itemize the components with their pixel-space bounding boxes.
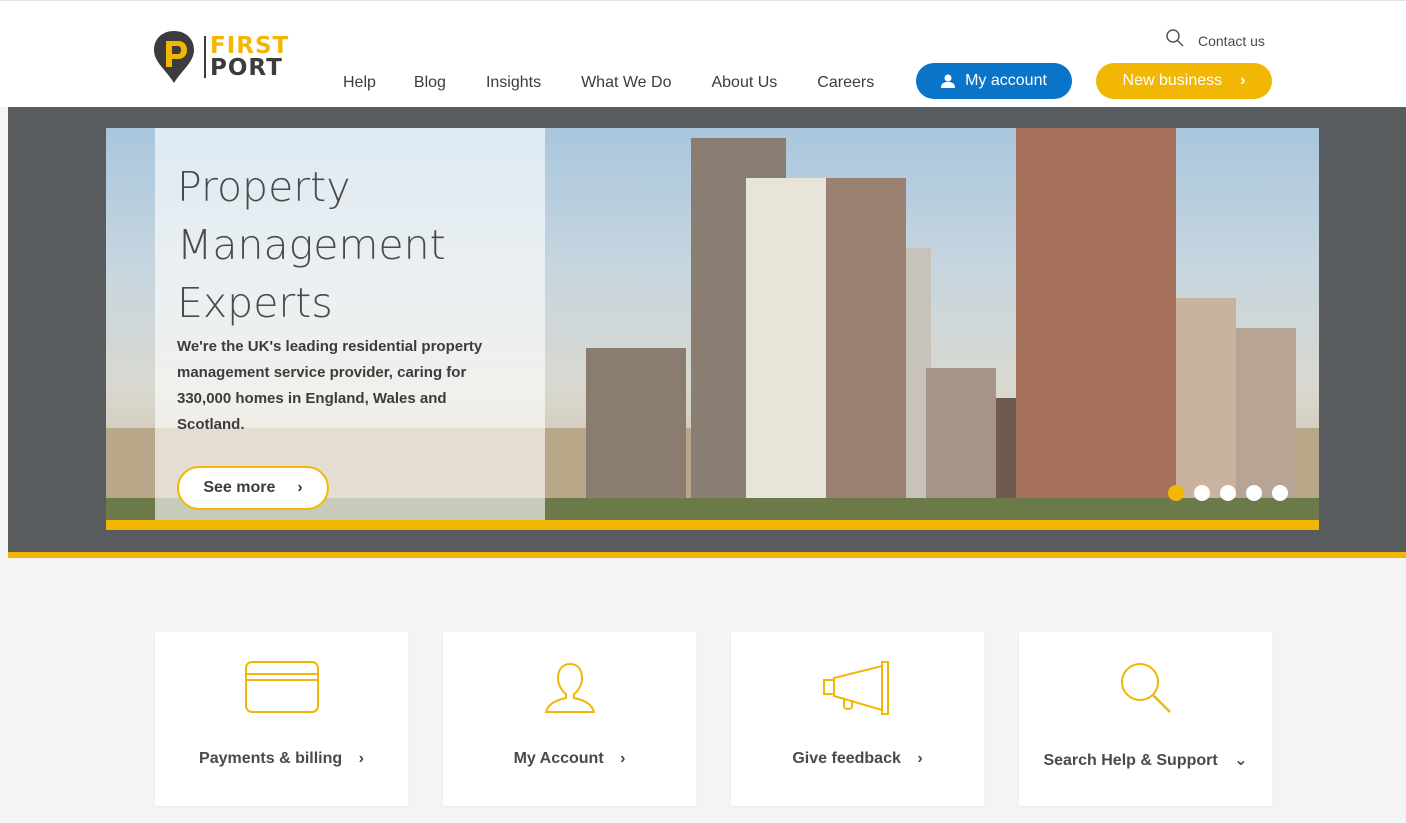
chevron-right-icon: › <box>620 750 626 767</box>
hero-banner: Property Management Experts We're the UK… <box>106 128 1319 530</box>
megaphone-icon <box>731 660 984 720</box>
user-icon <box>443 660 696 720</box>
card-label: My Account › <box>443 750 696 768</box>
chevron-down-icon: ⌄ <box>1234 752 1248 769</box>
hero-divider <box>8 552 1406 558</box>
chevron-right-icon: › <box>1240 72 1246 89</box>
main-nav: Help Blog Insights What We Do About Us C… <box>343 74 914 92</box>
nav-insights[interactable]: Insights <box>486 74 541 92</box>
logo-divider <box>204 36 206 78</box>
card-label-text: Give feedback <box>792 750 901 767</box>
card-give-feedback[interactable]: Give feedback › <box>731 632 984 806</box>
nav-what-we-do[interactable]: What We Do <box>581 74 671 92</box>
carousel-dot-5[interactable] <box>1272 485 1288 501</box>
site-header: FIRST PORT Help Blog Insights What We Do… <box>0 0 1406 107</box>
logo[interactable]: FIRST PORT <box>150 29 289 85</box>
new-business-button[interactable]: New business › <box>1096 63 1272 99</box>
see-more-label: See more <box>203 479 276 496</box>
nav-about-us[interactable]: About Us <box>711 74 777 92</box>
nav-careers[interactable]: Careers <box>817 74 874 92</box>
logo-line-2: PORT <box>210 55 283 81</box>
card-label-text: Payments & billing <box>199 750 343 767</box>
card-label-text: My Account <box>513 750 604 767</box>
card-label: Payments & billing › <box>155 750 408 768</box>
see-more-button[interactable]: See more › <box>177 466 329 510</box>
card-payments-billing[interactable]: Payments & billing › <box>155 632 408 806</box>
chevron-right-icon: › <box>297 479 303 496</box>
my-account-label: My account <box>965 72 1047 89</box>
carousel-dot-2[interactable] <box>1194 485 1210 501</box>
card-label-text: Search Help & Support <box>1043 752 1218 769</box>
card-label: Give feedback › <box>731 750 984 768</box>
nav-help[interactable]: Help <box>343 74 376 92</box>
contact-us-link[interactable]: Contact us <box>1198 33 1265 49</box>
utility-links: Contact us <box>1166 29 1265 52</box>
logo-wordmark: FIRST PORT <box>210 33 290 81</box>
carousel-dot-1[interactable] <box>1168 485 1184 501</box>
nav-blog[interactable]: Blog <box>414 74 446 92</box>
card-my-account[interactable]: My Account › <box>443 632 696 806</box>
logo-line-1: FIRST <box>210 33 290 59</box>
search-icon <box>1019 660 1272 720</box>
chevron-right-icon: › <box>917 750 923 767</box>
quick-links: Payments & billing › My Account › Give f… <box>155 632 1272 806</box>
carousel-dots <box>1168 485 1298 501</box>
credit-card-icon <box>155 660 408 720</box>
search-icon[interactable] <box>1166 29 1184 52</box>
hero-title: Property Management Experts <box>177 163 446 327</box>
hero-bottom-bar <box>106 520 1319 530</box>
new-business-label: New business <box>1122 72 1223 89</box>
card-search-help[interactable]: Search Help & Support ⌄ <box>1019 632 1272 806</box>
hero-description: We're the UK's leading residential prope… <box>177 338 483 433</box>
user-icon <box>941 74 956 88</box>
my-account-button[interactable]: My account <box>916 63 1072 99</box>
chevron-right-icon: › <box>358 750 364 767</box>
carousel-dot-3[interactable] <box>1220 485 1236 501</box>
logo-mark-icon <box>150 29 198 85</box>
card-label: Search Help & Support ⌄ <box>1019 750 1272 770</box>
carousel-dot-4[interactable] <box>1246 485 1262 501</box>
